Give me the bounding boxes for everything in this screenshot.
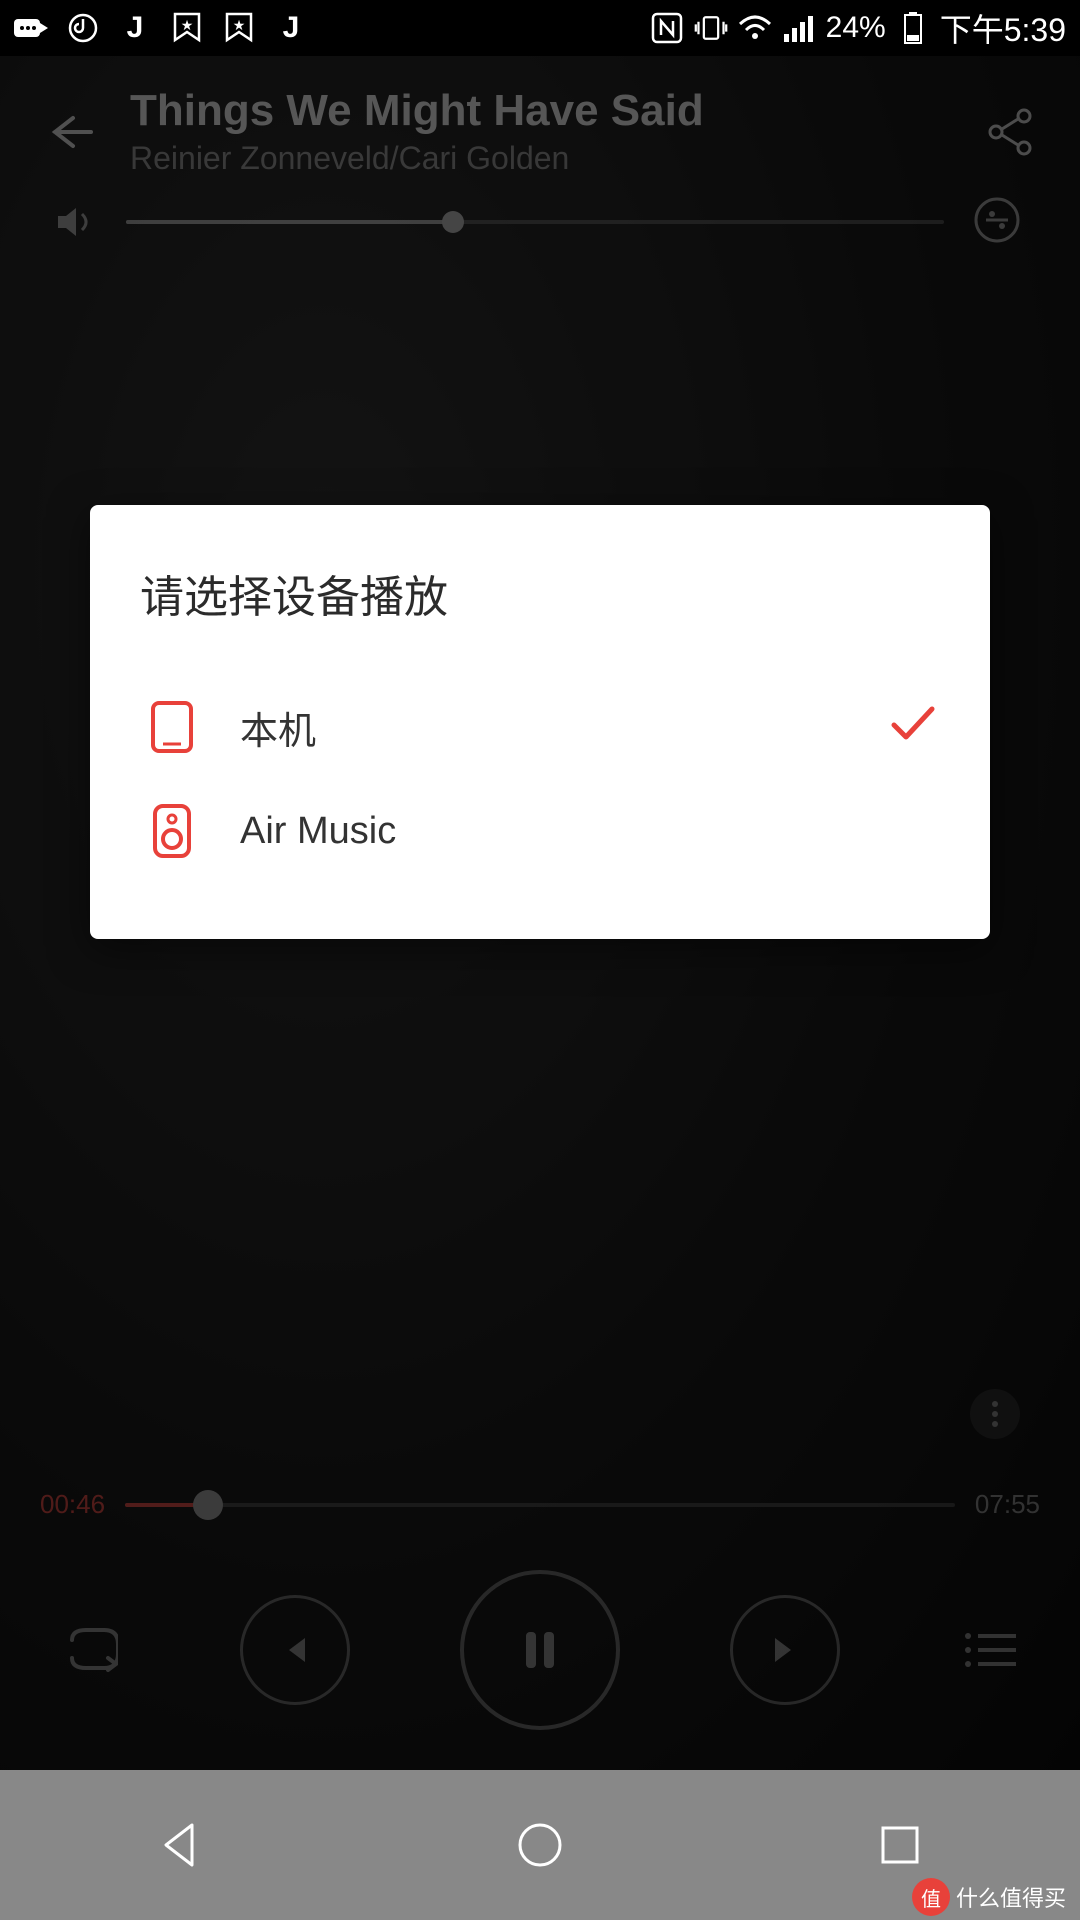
device-label: Air Music <box>240 810 936 853</box>
nfc-icon <box>650 11 684 45</box>
wifi-icon <box>738 11 772 45</box>
pause-button[interactable] <box>460 1570 620 1730</box>
song-title: Things We Might Have Said <box>130 86 960 136</box>
playlist-button[interactable] <box>950 1610 1030 1690</box>
battery-pct-label: 24% <box>826 11 886 45</box>
song-titles: Things We Might Have Said Reinier Zonnev… <box>130 86 960 177</box>
device-item-local[interactable]: 本机 <box>140 675 940 779</box>
player-header: Things We Might Have Said Reinier Zonnev… <box>0 56 1080 187</box>
svg-text:★: ★ <box>181 17 194 33</box>
repeat-button[interactable] <box>50 1610 130 1690</box>
watermark-text: 什么值得买 <box>956 1881 1066 1913</box>
next-track-button[interactable] <box>730 1595 840 1705</box>
share-button[interactable] <box>980 102 1040 162</box>
device-select-modal: 请选择设备播放 本机 Air Music <box>90 505 990 939</box>
equalizer-button[interactable] <box>974 197 1024 247</box>
modal-title: 请选择设备播放 <box>140 561 940 625</box>
progress-row: 00:46 07:55 <box>40 1489 1040 1520</box>
nav-recent-button[interactable] <box>860 1805 940 1885</box>
bookmark-star-icon: ★ <box>170 11 204 45</box>
clock-label: 下午5:39 <box>940 5 1066 51</box>
tablet-icon <box>144 699 200 755</box>
status-right: 24% 下午5:39 <box>650 5 1066 51</box>
battery-icon <box>896 11 930 45</box>
previous-track-button[interactable] <box>240 1595 350 1705</box>
progress-slider[interactable] <box>125 1503 955 1507</box>
watermark: 值 什么值得买 <box>912 1878 1066 1916</box>
device-label: 本机 <box>240 700 848 755</box>
volume-row <box>0 187 1080 247</box>
check-icon <box>888 703 936 751</box>
svg-text:★: ★ <box>233 17 246 33</box>
bookmark-star-icon-2: ★ <box>222 11 256 45</box>
total-time-label: 07:55 <box>975 1489 1040 1520</box>
cellular-signal-icon <box>782 11 816 45</box>
bookmark-j-icon-2: J <box>274 11 308 45</box>
status-left-icons: J ★ ★ J <box>14 11 308 45</box>
volume-icon <box>56 204 96 240</box>
device-item-airmusic[interactable]: Air Music <box>140 779 940 883</box>
music-app-icon <box>66 11 100 45</box>
current-time-label: 00:46 <box>40 1489 105 1520</box>
back-button[interactable] <box>40 102 100 162</box>
bookmark-j-icon: J <box>118 11 152 45</box>
more-options-button[interactable] <box>970 1389 1020 1439</box>
song-artist: Reinier Zonneveld/Cari Golden <box>130 140 960 177</box>
nav-back-button[interactable] <box>140 1805 220 1885</box>
watermark-badge-icon: 值 <box>912 1878 950 1916</box>
vibrate-icon <box>694 11 728 45</box>
volume-slider[interactable] <box>126 220 944 224</box>
player-controls: 00:46 07:55 <box>0 1489 1080 1730</box>
speaker-icon <box>144 803 200 859</box>
notification-icon <box>14 11 48 45</box>
nav-home-button[interactable] <box>500 1805 580 1885</box>
status-bar: J ★ ★ J 24% 下午5:39 <box>0 0 1080 56</box>
